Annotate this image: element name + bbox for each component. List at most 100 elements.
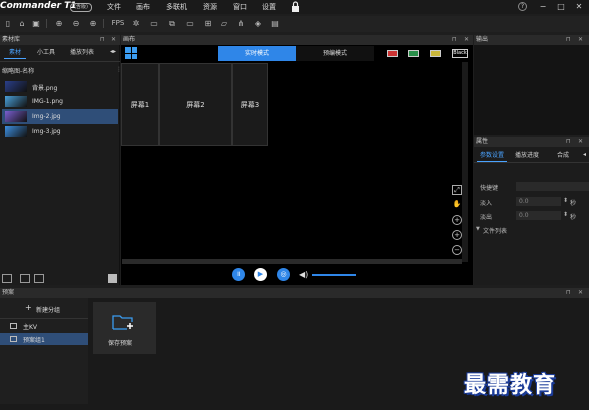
zoom-in-icon[interactable]: + — [452, 230, 462, 240]
fade-out-stepper[interactable]: ⬍ — [563, 211, 568, 218]
file-list-label[interactable]: 文件列表 — [483, 226, 507, 235]
file-row[interactable]: IMG-1.png — [2, 94, 118, 109]
plus-icon[interactable]: + — [25, 303, 32, 312]
layers-icon[interactable]: ⧉ — [167, 18, 177, 29]
fade-out-field[interactable]: 0.0 — [516, 211, 561, 220]
image-view-icon[interactable] — [2, 274, 12, 283]
menu-resource[interactable]: 资源 — [203, 2, 217, 12]
maximize-icon[interactable]: □ — [556, 2, 566, 12]
preview-icon[interactable]: ▭ — [185, 18, 195, 29]
zoom-out-icon[interactable]: − — [452, 245, 462, 255]
layout-grid-icon[interactable] — [125, 47, 137, 59]
preview-mode-tab[interactable]: 预编模式 — [296, 46, 374, 61]
hand-icon[interactable]: ✋ — [452, 200, 462, 210]
toolbar-divider — [46, 19, 47, 28]
play-button[interactable]: ▶ — [254, 268, 267, 281]
shortcut-field[interactable] — [516, 182, 589, 191]
tab-scroll-icon[interactable]: ◂▸ — [110, 48, 116, 55]
panel-close-icon[interactable]: ✕ — [464, 36, 469, 43]
menu-multi[interactable]: 多联机 — [166, 2, 187, 12]
new-group-button[interactable]: 新建分组 — [36, 305, 60, 314]
tab-progress[interactable]: 播放进度 — [515, 151, 539, 161]
screen-icon[interactable]: ▭ — [149, 18, 159, 29]
screen-3[interactable]: 屏幕3 — [232, 63, 268, 146]
zoom-in-icon[interactable]: ⊕ — [88, 18, 98, 29]
tab-scroll-icon[interactable]: ◂ — [583, 151, 586, 158]
panel-close-icon[interactable]: ✕ — [578, 289, 583, 296]
file-row[interactable]: Img-2.jpg — [2, 109, 118, 124]
group-item[interactable]: 预案组1 — [0, 333, 88, 345]
fade-in-stepper[interactable]: ⬍ — [563, 197, 568, 204]
green-color-button[interactable] — [408, 50, 419, 57]
file-thumbnail — [5, 96, 27, 107]
panel-close-icon[interactable]: ✕ — [578, 36, 583, 43]
lock-icon[interactable] — [291, 1, 300, 12]
fade-in-field[interactable]: 0.0 — [516, 197, 561, 206]
grid-icon[interactable]: ⊞ — [203, 18, 213, 29]
output-panel — [474, 35, 589, 135]
open-folder-icon[interactable]: ⌂ — [17, 18, 27, 29]
panel-close-icon[interactable]: ✕ — [111, 36, 116, 43]
file-row[interactable]: 背景.png — [2, 79, 118, 94]
v-scrollbar[interactable] — [462, 62, 468, 262]
screen-1[interactable]: 屏幕1 — [121, 63, 159, 146]
pin-icon[interactable]: ⊓ — [566, 36, 571, 43]
menu-window[interactable]: 窗口 — [233, 2, 247, 12]
tab-material[interactable]: 素材 — [4, 48, 27, 59]
pause-button[interactable]: ॥ — [232, 268, 245, 281]
list-view-icon[interactable] — [34, 274, 44, 283]
screen-2[interactable]: 屏幕2 — [159, 63, 232, 146]
fit-screen-icon[interactable]: ⤢ — [452, 185, 462, 195]
tab-compose[interactable]: 合成 — [557, 151, 569, 161]
menu-settings[interactable]: 设置 — [262, 2, 276, 12]
properties-panel-title: 属性 — [474, 137, 589, 147]
divider — [0, 61, 120, 62]
pin-icon[interactable]: ⊓ — [566, 289, 571, 296]
fit-view-icon[interactable] — [20, 274, 30, 283]
trash-icon[interactable] — [108, 274, 117, 283]
shortcut-label: 快捷键 — [480, 185, 499, 192]
tree-icon[interactable]: ⋔ — [236, 18, 246, 29]
tab-widgets[interactable]: 小工具 — [37, 48, 55, 58]
h-scrollbar[interactable] — [122, 259, 462, 264]
file-name: Img-2.jpg — [32, 113, 61, 120]
watermark: 最需教育 — [464, 372, 557, 398]
help-icon[interactable]: ? — [518, 2, 527, 11]
live-mode-tab[interactable]: 实时模式 — [218, 46, 296, 61]
cube-icon[interactable]: ◈ — [253, 18, 263, 29]
group-label: 预案组1 — [23, 337, 45, 344]
add-icon[interactable]: ⊕ — [54, 18, 64, 29]
menu-file[interactable]: 文件 — [107, 2, 121, 12]
yellow-color-button[interactable] — [430, 50, 441, 57]
minimize-icon[interactable]: − — [538, 2, 548, 12]
red-color-button[interactable] — [387, 50, 398, 57]
close-icon[interactable]: ✕ — [574, 2, 584, 12]
group-label: 主KV — [23, 324, 38, 331]
panel-close-icon[interactable]: ✕ — [578, 138, 583, 145]
menu-canvas[interactable]: 画布 — [136, 2, 150, 12]
save-preset-icon — [112, 314, 134, 330]
folder-icon[interactable]: ▱ — [219, 18, 229, 29]
volume-slider[interactable] — [312, 274, 356, 276]
pin-icon[interactable]: ⊓ — [452, 36, 457, 43]
group-item[interactable]: 主KV — [0, 320, 88, 332]
pin-icon[interactable]: ⊓ — [566, 138, 571, 145]
gear-icon[interactable]: ✲ — [131, 18, 141, 29]
zoom-100-icon[interactable]: + — [452, 215, 462, 225]
tab-params[interactable]: 参数设置 — [477, 151, 508, 162]
file-row[interactable]: Img-3.jpg — [2, 124, 118, 139]
divider — [0, 318, 88, 319]
new-file-icon[interactable]: ▯ — [3, 18, 13, 29]
chevron-down-icon[interactable]: ▼ — [476, 226, 480, 232]
export-icon[interactable]: ▤ — [270, 18, 280, 29]
pin-icon[interactable]: ⊓ — [100, 36, 105, 43]
fps-button[interactable]: FPS — [110, 18, 126, 29]
stop-button[interactable]: ◎ — [277, 268, 290, 281]
black-button[interactable]: Black — [452, 49, 468, 58]
volume-icon[interactable]: ◀) — [299, 270, 308, 279]
remove-icon[interactable]: ⊖ — [71, 18, 81, 29]
save-icon[interactable]: ▣ — [31, 18, 41, 29]
tab-playlist[interactable]: 播放列表 — [70, 48, 94, 58]
column-header: 缩略图-名称 — [2, 68, 35, 75]
group-icon — [10, 323, 17, 329]
